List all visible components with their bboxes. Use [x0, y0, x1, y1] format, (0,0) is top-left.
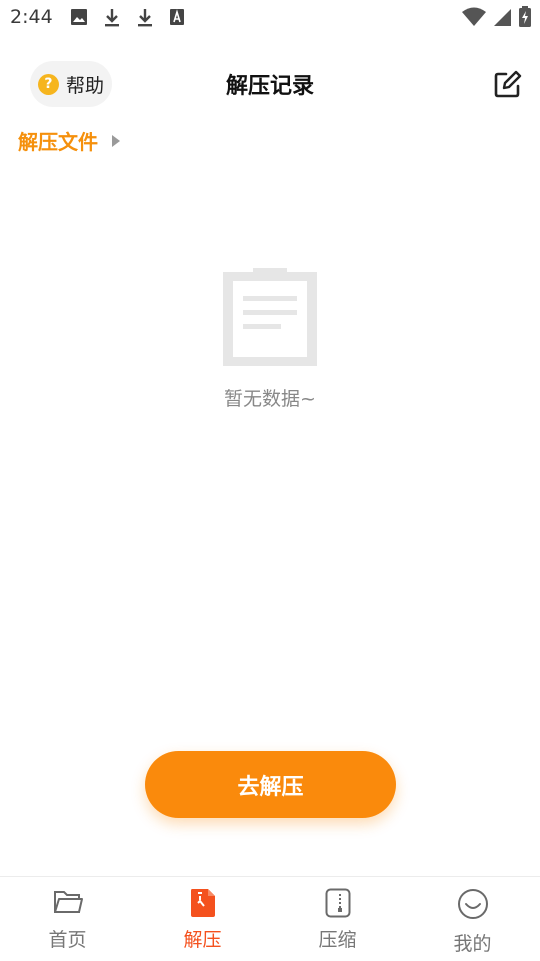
nav-item-extract[interactable]: 解压	[135, 877, 270, 961]
battery-charging-icon	[518, 6, 532, 32]
status-bar: 2:44	[0, 0, 540, 36]
breadcrumb[interactable]: 解压文件	[18, 126, 120, 155]
folder-icon	[53, 888, 83, 920]
go-extract-button[interactable]: 去解压	[145, 751, 396, 818]
font-a-icon	[169, 8, 185, 30]
download-icon	[103, 8, 121, 32]
triangle-right-icon	[112, 134, 120, 147]
archive-icon	[325, 888, 351, 922]
empty-state-text: 暂无数据~	[224, 388, 316, 410]
nav-label-extract: 解压	[183, 929, 222, 951]
bottom-nav: 首页 解压 压缩 我的	[0, 876, 540, 961]
nav-label-compress: 压缩	[318, 929, 357, 951]
image-icon	[70, 8, 88, 30]
status-time: 2:44	[10, 6, 53, 28]
edit-button[interactable]	[492, 70, 522, 100]
nav-item-compress[interactable]: 压缩	[270, 877, 405, 961]
smile-icon	[457, 888, 489, 924]
nav-item-mine[interactable]: 我的	[405, 877, 540, 961]
page-title: 解压记录	[225, 74, 314, 99]
breadcrumb-label: 解压文件	[18, 130, 98, 154]
download-icon	[136, 8, 154, 32]
nav-label-mine: 我的	[453, 933, 492, 955]
signal-icon	[492, 7, 512, 31]
wifi-icon	[462, 7, 486, 31]
zip-file-icon	[189, 888, 217, 922]
nav-label-home: 首页	[48, 929, 87, 951]
nav-item-home[interactable]: 首页	[0, 877, 135, 961]
edit-icon	[494, 70, 522, 98]
clipboard-icon	[223, 268, 317, 370]
